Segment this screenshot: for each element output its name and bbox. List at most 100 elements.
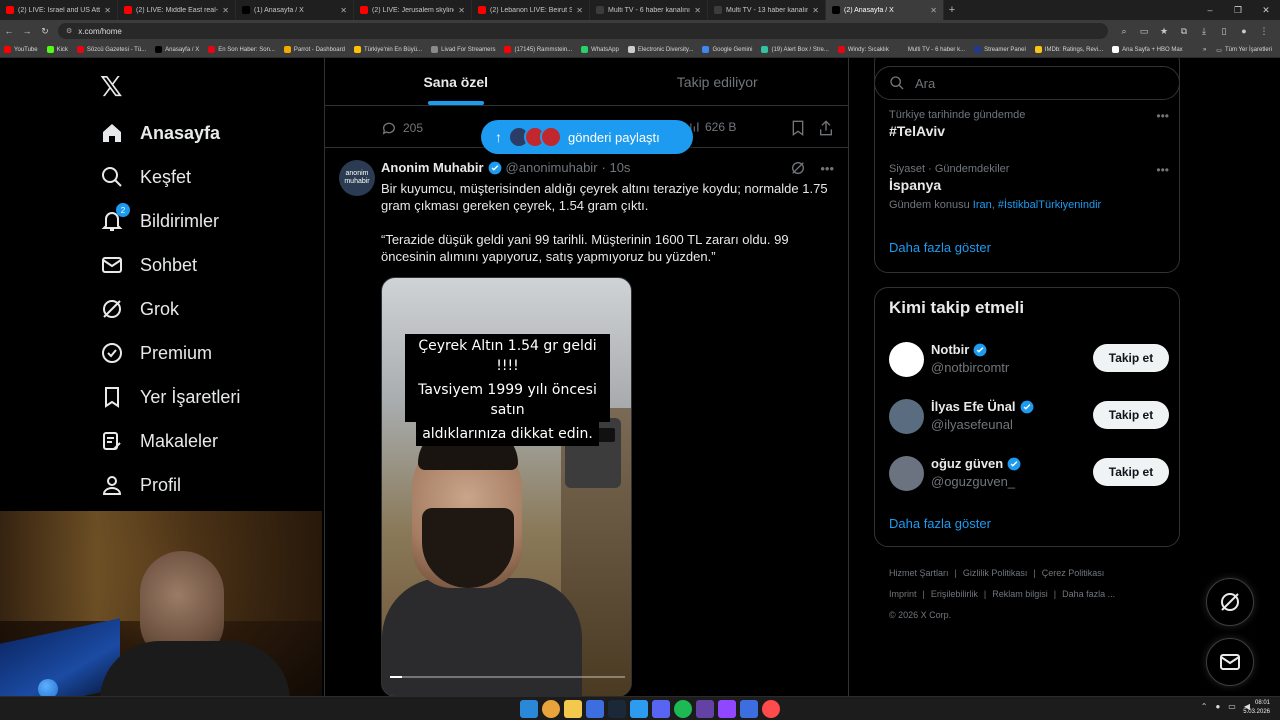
bookmark-item[interactable]: (17145) Rammstein...	[504, 46, 572, 53]
url-bar[interactable]: ⚙ x.com/home	[58, 23, 1108, 39]
tab-close-icon[interactable]: ✕	[812, 6, 819, 15]
nav-item[interactable]: 2 Bildirimler	[100, 203, 219, 236]
share-tweet-button[interactable]	[819, 120, 839, 136]
trend-item[interactable]: Türkiye tarihinde gündemde #TelAviv •••	[889, 109, 1169, 139]
follow-suggestion[interactable]: İlyas Efe Ünal @ilyasefeunal Takip et	[889, 397, 1169, 437]
tab-close-icon[interactable]: ✕	[458, 6, 465, 15]
app-icon[interactable]	[696, 700, 714, 718]
tab-close-icon[interactable]: ✕	[930, 6, 937, 15]
microphone-icon[interactable]: ●	[1215, 702, 1220, 711]
app-icon[interactable]	[630, 700, 648, 718]
maximize-icon[interactable]: ❐	[1224, 0, 1252, 20]
bookmarks-more-button[interactable]: »	[1203, 47, 1206, 53]
app-icon[interactable]	[740, 700, 758, 718]
search-input[interactable]: Ara	[874, 66, 1180, 100]
tweet-author-name[interactable]: Anonim Muhabir	[381, 160, 484, 175]
minimize-icon[interactable]: –	[1196, 0, 1224, 20]
tweet[interactable]: anonim muhabir Anonim Muhabir @anonimuha…	[325, 150, 848, 696]
grok-fab-button[interactable]	[1206, 578, 1254, 626]
bookmark-item[interactable]: Türkiye'nin En Büyü...	[353, 46, 422, 53]
tweet-author-handle[interactable]: @anonimuhabir	[506, 160, 598, 175]
clock[interactable]: 08:01 5.03.2026	[1243, 699, 1270, 717]
bookmark-item[interactable]: IMDb: Ratings, Revi...	[1034, 46, 1103, 53]
profile-avatar-icon[interactable]: ●	[1234, 26, 1254, 37]
app-icon[interactable]	[762, 700, 780, 718]
menu-icon[interactable]: ⋮	[1254, 26, 1274, 37]
trend-related-link[interactable]: Iran	[973, 199, 992, 211]
nav-item[interactable]: Premium	[100, 338, 212, 368]
nav-item[interactable]: Makaleler	[100, 426, 218, 456]
browser-tab[interactable]: (2) LIVE: Middle East real-time✕	[118, 0, 236, 20]
nav-item[interactable]: Anasayfa	[100, 118, 220, 148]
sidebar-icon[interactable]: ▯	[1214, 26, 1234, 37]
tab-close-icon[interactable]: ✕	[222, 6, 229, 15]
footer-link[interactable]: Hizmet Şartları	[889, 568, 949, 578]
reply-button[interactable]: 205	[381, 120, 423, 136]
footer-link[interactable]: Daha fazla ...	[1062, 589, 1115, 599]
trend-more-icon[interactable]: •••	[1156, 163, 1169, 177]
app-icon[interactable]	[718, 700, 736, 718]
reload-icon[interactable]: ↻	[36, 26, 54, 37]
trend-related-link[interactable]: #İstikbalTürkiyenindir	[998, 199, 1101, 211]
footer-link[interactable]: Erişilebilirlik	[931, 589, 978, 599]
chrome-icon[interactable]	[542, 700, 560, 718]
bookmark-item[interactable]: Parrot - Dashboard	[283, 46, 345, 53]
tab-close-icon[interactable]: ✕	[104, 6, 111, 15]
footer-link[interactable]: Imprint	[889, 589, 917, 599]
bookmark-item[interactable]: Livad For Streamers	[431, 46, 495, 53]
tray-chevron-icon[interactable]: ⌃	[1201, 702, 1208, 711]
follow-show-more-link[interactable]: Daha fazla göster	[889, 516, 991, 531]
messages-fab-button[interactable]	[1206, 638, 1254, 686]
trend-item[interactable]: Siyaset · Gündemdekiler İspanya Gündem k…	[889, 163, 1169, 211]
browser-tab[interactable]: Multi TV - 6 haber kanalını aynı ✕	[590, 0, 708, 20]
browser-tab[interactable]: (2) LIVE: Israel and US Attack Ira✕	[0, 0, 118, 20]
trends-show-more-link[interactable]: Daha fazla göster	[889, 240, 991, 255]
follow-button[interactable]: Takip et	[1093, 401, 1169, 429]
follow-suggestion[interactable]: Notbir @notbircomtr Takip et	[889, 340, 1169, 380]
app-icon[interactable]	[586, 700, 604, 718]
bookmark-item[interactable]: Multi TV - 6 haber k...	[897, 46, 965, 53]
site-info-icon[interactable]: ⚙	[66, 27, 72, 35]
extensions-icon[interactable]: ⧉	[1174, 26, 1194, 37]
forward-icon[interactable]: →	[18, 26, 36, 36]
bookmark-tweet-button[interactable]	[791, 120, 811, 136]
bookmark-item[interactable]: Sözcü Gazetesi - Tü...	[76, 46, 146, 53]
bookmark-item[interactable]: Kick	[46, 46, 68, 53]
bookmark-item[interactable]: YouTube	[4, 46, 38, 53]
close-window-icon[interactable]: ✕	[1252, 0, 1280, 20]
tab-close-icon[interactable]: ✕	[576, 6, 583, 15]
avatar[interactable]	[889, 399, 924, 434]
new-posts-pill[interactable]: ↑ gönderi paylaştı	[481, 120, 693, 154]
back-icon[interactable]: ←	[0, 26, 18, 36]
zoom-icon[interactable]: ⌕	[1114, 26, 1134, 37]
browser-tab[interactable]: (2) Lebanon LIVE: Beirut Skyline ✕	[472, 0, 590, 20]
start-icon[interactable]	[520, 700, 538, 718]
nav-item[interactable]: Profil	[100, 470, 181, 500]
nav-item[interactable]: Sohbet	[100, 250, 197, 280]
follow-suggestion[interactable]: oğuz güven @oguzguven_ Takip et	[889, 454, 1169, 494]
steam-icon[interactable]	[608, 700, 626, 718]
trend-more-icon[interactable]: •••	[1156, 109, 1169, 123]
follow-button[interactable]: Takip et	[1093, 344, 1169, 372]
footer-link[interactable]: Reklam bilgisi	[992, 589, 1048, 599]
x-logo-icon[interactable]: 𝕏	[100, 70, 123, 103]
bookmark-item[interactable]: Streamer Panel	[974, 46, 1026, 53]
footer-link[interactable]: Çerez Politikası	[1042, 568, 1105, 578]
nav-item[interactable]: Yer İşaretleri	[100, 382, 240, 412]
cast-icon[interactable]: ▭	[1134, 26, 1154, 37]
nav-item[interactable]: Grok	[100, 294, 179, 324]
tweet-video[interactable]: Çeyrek Altın 1.54 gr geldi !!!! Tavsiyem…	[381, 277, 632, 696]
bookmark-item[interactable]: Google Gemini	[702, 46, 752, 53]
discord-icon[interactable]	[652, 700, 670, 718]
new-tab-button[interactable]: +	[944, 4, 960, 16]
tab-following[interactable]: Takip ediliyor	[587, 58, 849, 105]
bookmark-item[interactable]: Ana Sayfa + HBO Max	[1112, 46, 1183, 53]
folder-icon[interactable]	[564, 700, 582, 718]
tweet-author-avatar[interactable]: anonim muhabir	[339, 160, 375, 196]
bookmark-item[interactable]: WhatsApp	[581, 46, 619, 53]
tweet-time[interactable]: · 10s	[602, 160, 631, 175]
bookmark-item[interactable]: Electronic Diversity...	[627, 46, 693, 53]
avatar[interactable]	[889, 342, 924, 377]
footer-link[interactable]: Gizlilik Politikası	[963, 568, 1028, 578]
bookmark-item[interactable]: Anasayfa / X	[155, 46, 199, 53]
